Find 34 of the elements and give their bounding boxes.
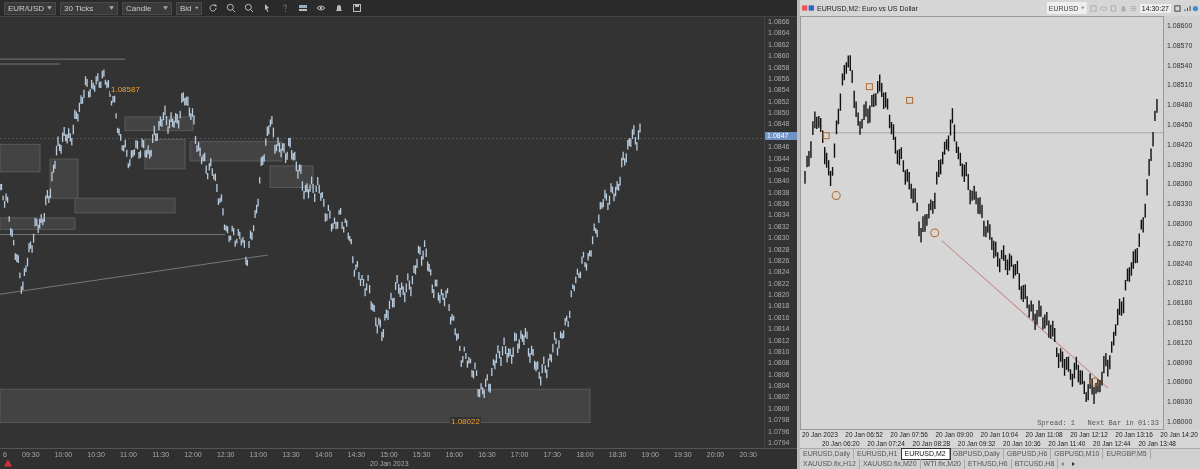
- layers-icon[interactable]: [298, 3, 308, 13]
- price-zone: [144, 138, 186, 170]
- swing-marker: [865, 83, 873, 91]
- window-icon[interactable]: [1174, 4, 1181, 12]
- help-icon[interactable]: [280, 3, 290, 13]
- caret-icon: [163, 6, 168, 10]
- caret-icon: [47, 6, 52, 10]
- chart-type-dropdown[interactable]: Candle: [122, 1, 172, 15]
- swing-marker: [822, 132, 830, 140]
- caret-icon: [194, 6, 198, 10]
- save-icon[interactable]: [352, 3, 362, 13]
- swing-marker: [1090, 377, 1100, 387]
- scroll-right-icon[interactable]: [1070, 461, 1077, 467]
- swing-marker: [831, 191, 841, 200]
- refresh-icon[interactable]: [208, 3, 218, 13]
- price-side-dropdown[interactable]: Bid: [176, 1, 202, 15]
- zoom-in-icon[interactable]: [226, 3, 236, 13]
- zoom-out-icon[interactable]: [244, 3, 254, 13]
- price-label: 1.08587: [110, 85, 141, 94]
- swing-marker: [906, 96, 914, 104]
- price-label: 1.08022: [450, 417, 481, 426]
- price-zone: [0, 143, 41, 173]
- cursor-icon[interactable]: [262, 3, 272, 13]
- chart-symbol-icon: [802, 5, 814, 11]
- caret-icon: [1081, 6, 1085, 10]
- bell-icon[interactable]: [334, 3, 344, 13]
- caret-icon: [109, 6, 114, 10]
- warning-icon: [4, 459, 12, 467]
- signal-icon: [1184, 4, 1198, 12]
- symbol-dropdown[interactable]: EUR/USD: [4, 1, 56, 15]
- price-zone: [269, 165, 314, 188]
- interval-dropdown[interactable]: 30 Ticks: [60, 1, 118, 15]
- swing-marker: [930, 228, 940, 238]
- eye-icon[interactable]: [316, 3, 326, 13]
